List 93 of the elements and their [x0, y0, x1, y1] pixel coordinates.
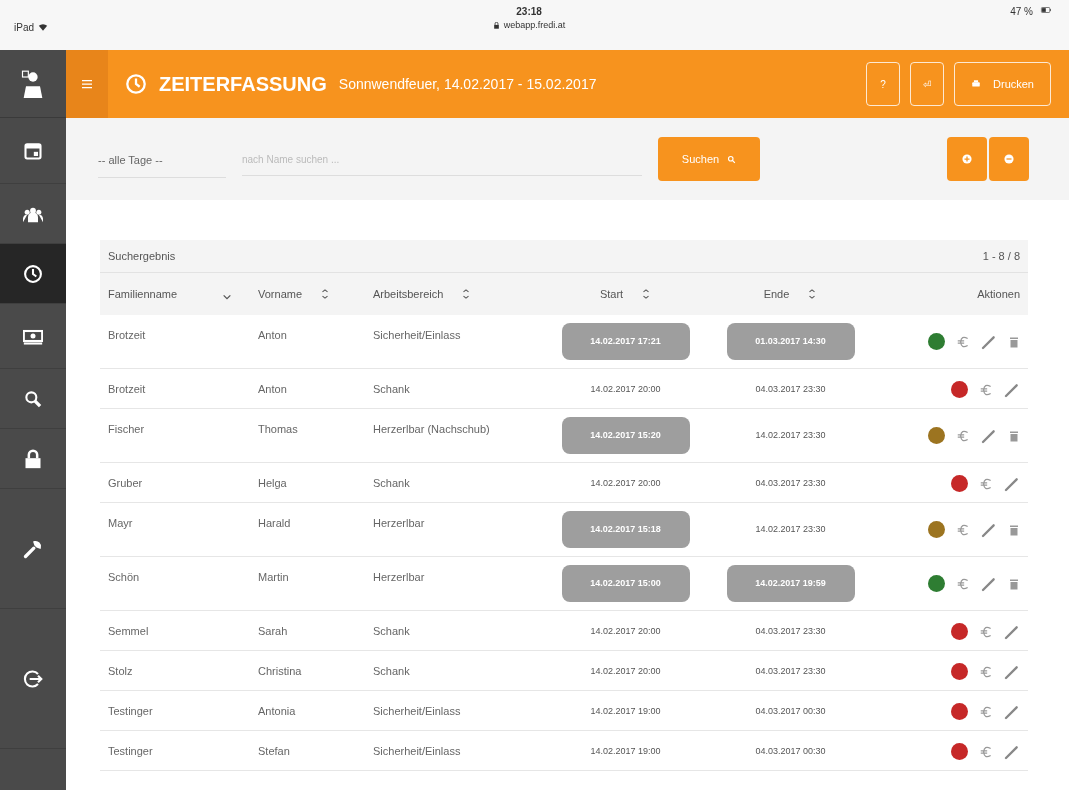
- table-cell-text: 14.02.2017 20:00: [590, 625, 661, 638]
- table-cell-text: Sicherheit/Einlass: [373, 704, 462, 719]
- table-cell-text: Anton: [258, 328, 288, 343]
- table-cell-text: Sicherheit/Einlass: [373, 744, 462, 759]
- search-button[interactable]: Suchen: [658, 137, 760, 181]
- time-badge[interactable]: 14.02.2017 19:59: [726, 565, 855, 602]
- table-cell-text: 14.02.2017 20:00: [590, 383, 661, 396]
- wifi-icon: [38, 22, 48, 32]
- table-cell-text: 04.03.2017 00:30: [755, 745, 826, 758]
- result-count: 1 - 8 / 8: [982, 248, 1020, 264]
- pencil-icon: [1004, 703, 1020, 720]
- table-cell-text: Mayr: [108, 516, 134, 531]
- table-cell-text: Fischer: [108, 422, 146, 437]
- table-cell-text: Antonia: [258, 704, 297, 719]
- plus-icon: [962, 154, 972, 164]
- table-cell-text: 04.03.2017 23:30: [755, 625, 826, 638]
- search-icon: [23, 388, 43, 409]
- table-cell-text: 14.02.2017 20:00: [590, 477, 661, 490]
- table-cell-text: 04.03.2017 23:30: [755, 383, 826, 396]
- table-cell-text: Herzerlbar: [373, 516, 426, 531]
- event-subtitle: Sonnwendfeuer, 14.02.2017 - 15.02.2017: [338, 74, 597, 94]
- table-cell-text: Testinger: [108, 744, 154, 759]
- search-icon: [727, 154, 737, 164]
- lock-icon: [23, 448, 43, 469]
- table-cell-text: 04.03.2017 23:30: [755, 665, 826, 678]
- table-cell-text: Brotzeit: [108, 382, 147, 397]
- table-cell-text: Stefan: [258, 744, 291, 759]
- time-badge[interactable]: 14.02.2017 15:00: [561, 565, 690, 602]
- pencil-icon: [1004, 663, 1020, 680]
- table-cell-text: Sarah: [258, 624, 289, 639]
- table-cell-text: Schank: [373, 382, 411, 397]
- pencil-icon: [981, 333, 997, 350]
- device-name: iPad: [14, 20, 34, 35]
- table-cell-text: Schön: [108, 570, 141, 585]
- print-button[interactable]: Drucken: [954, 62, 1051, 106]
- time-badge[interactable]: 14.02.2017 15:18: [561, 511, 690, 548]
- table-cell-text: Testinger: [108, 704, 154, 719]
- column-header[interactable]: Familienname: [108, 285, 204, 303]
- table-cell-text: 14.02.2017 23:30: [755, 429, 826, 442]
- table-cell-text: Christina: [258, 664, 303, 679]
- table-cell-text: Helga: [258, 476, 288, 491]
- menu-icon: [81, 78, 93, 90]
- pencil-icon: [1004, 381, 1020, 398]
- export-button[interactable]: ⏎: [910, 62, 945, 106]
- table-cell-text: 14.02.2017 19:00: [590, 745, 661, 758]
- logout-icon: [23, 668, 43, 689]
- table-cell-text: Harald: [258, 516, 292, 531]
- column-header[interactable]: Ende: [763, 285, 790, 303]
- help-button[interactable]: ?: [866, 62, 901, 106]
- table-cell-text: Thomas: [258, 422, 299, 437]
- clock-time: 23:18: [516, 5, 542, 19]
- table-cell-text: Schank: [373, 476, 411, 491]
- pencil-icon: [981, 575, 997, 592]
- lock-icon: [492, 22, 500, 30]
- page-title: ZEITERFASSUNG: [159, 72, 327, 97]
- table-cell-text: 04.03.2017 23:30: [755, 477, 826, 490]
- table-cell-text: Schank: [373, 624, 411, 639]
- clock-icon: [125, 73, 147, 95]
- time-badge[interactable]: 14.02.2017 17:21: [561, 323, 690, 360]
- pencil-icon: [981, 427, 997, 444]
- sidebar-item[interactable]: [0, 244, 66, 304]
- time-badge[interactable]: 01.03.2017 14:30: [726, 323, 855, 360]
- table-cell-text: 14.02.2017 20:00: [590, 665, 661, 678]
- time-badge[interactable]: 14.02.2017 15:20: [561, 417, 690, 454]
- printer-icon: [971, 79, 982, 89]
- table-cell-text: Gruber: [108, 476, 144, 491]
- pencil-icon: [981, 521, 997, 538]
- results-title: Suchergebnis: [108, 248, 176, 264]
- column-header[interactable]: Aktionen: [977, 285, 1020, 303]
- table-cell-text: Schank: [373, 664, 411, 679]
- day-select[interactable]: -- alle Tage --: [98, 140, 226, 178]
- pencil-icon: [1004, 623, 1020, 640]
- url-text: webapp.fredi.at: [503, 19, 566, 32]
- table-cell-text: 04.03.2017 00:30: [755, 705, 826, 718]
- pencil-icon: [1004, 475, 1020, 492]
- pencil-icon: [1004, 743, 1020, 760]
- table-cell-text: 14.02.2017 19:00: [590, 705, 661, 718]
- table-cell-text: Stolz: [108, 664, 134, 679]
- column-header[interactable]: Start: [599, 285, 624, 303]
- minus-icon: [1004, 154, 1014, 164]
- table-cell-text: Herzerlbar: [373, 570, 426, 585]
- table-cell-text: 14.02.2017 23:30: [755, 523, 826, 536]
- calendar-icon: [23, 140, 43, 161]
- table-cell-text: Sicherheit/Einlass: [373, 328, 462, 343]
- column-header[interactable]: Vorname: [258, 285, 303, 303]
- battery-level: 47 %: [1010, 5, 1033, 19]
- table-cell-text: Anton: [258, 382, 288, 397]
- table-cell-text: Martin: [258, 570, 290, 585]
- clock-icon: [23, 263, 43, 284]
- column-header[interactable]: Arbeitsbereich: [373, 285, 444, 303]
- table-cell-text: Herzerlbar (Nachschub): [373, 422, 491, 437]
- table-cell-text: Semmel: [108, 624, 150, 639]
- table-cell-text: Brotzeit: [108, 328, 147, 343]
